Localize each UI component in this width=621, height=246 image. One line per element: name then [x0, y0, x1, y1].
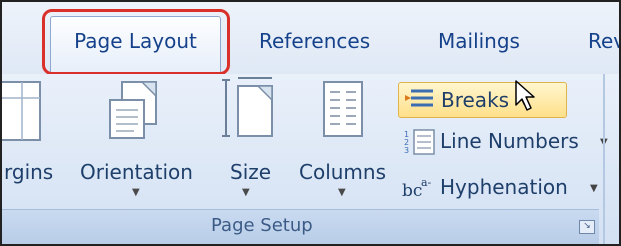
line-numbers-icon: 1 2 3 — [404, 129, 435, 155]
size-label: Size — [230, 160, 272, 184]
line-numbers-button[interactable]: 1 2 3 Line Numbers ▼ — [398, 124, 610, 160]
hyphenation-label: Hyphenation — [440, 175, 568, 199]
breaks-label: Breaks — [441, 88, 510, 112]
columns-dropdown-arrow: ▼ — [338, 187, 346, 198]
tab-highlight-annotation — [42, 9, 230, 75]
orientation-dropdown-arrow: ▼ — [132, 187, 140, 198]
breaks-button[interactable]: Breaks ▼ — [398, 82, 567, 118]
orientation-label: Orientation — [80, 160, 193, 184]
group-label: Page Setup — [211, 215, 313, 236]
dialog-launcher-icon[interactable]: ↘ — [579, 220, 595, 234]
ribbon-screenshot: Page Layout References Mailings Rev rgin… — [0, 0, 621, 246]
orientation-icon — [109, 81, 157, 139]
group-footer: Page Setup ↘ — [2, 209, 599, 244]
line-numbers-label: Line Numbers — [440, 129, 579, 153]
size-icon — [222, 77, 273, 137]
svg-text:bc: bc — [402, 181, 422, 201]
breaks-icon — [405, 89, 433, 107]
group-divider — [603, 74, 605, 244]
size-dropdown-arrow: ▼ — [242, 187, 250, 198]
margins-icon — [2, 81, 41, 141]
tab-review[interactable]: Rev — [588, 29, 619, 53]
hyphenation-dropdown-arrow: ▼ — [590, 183, 598, 194]
margins-label: rgins — [4, 160, 54, 184]
ribbon-tab-bar: Page Layout References Mailings Rev — [2, 2, 619, 75]
mouse-cursor-icon — [515, 80, 535, 111]
hyphenation-button[interactable]: bc a- Hyphenation ▼ — [398, 170, 610, 206]
tab-references[interactable]: References — [259, 29, 370, 53]
tab-mailings[interactable]: Mailings — [438, 29, 520, 53]
columns-icon — [323, 81, 363, 137]
svg-text:3: 3 — [404, 146, 409, 155]
svg-text:a-: a- — [421, 176, 432, 189]
hyphenation-icon: bc a- — [402, 176, 432, 201]
columns-label: Columns — [299, 160, 387, 184]
